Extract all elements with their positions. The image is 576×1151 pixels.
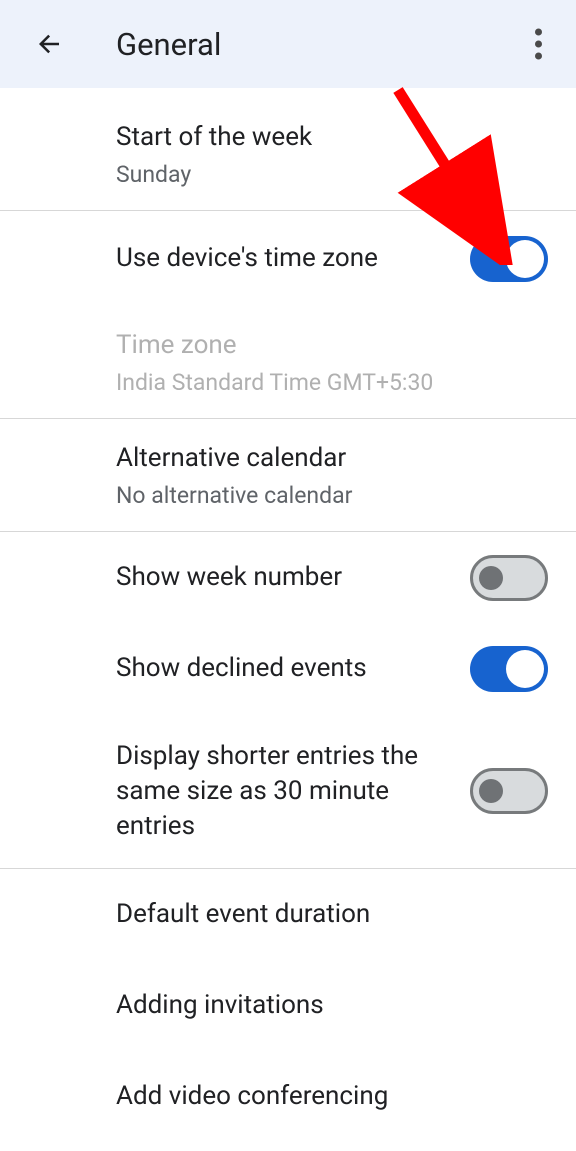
start-of-week-row[interactable]: Start of the week Sunday: [0, 98, 576, 210]
setting-title: Use device's time zone: [116, 241, 476, 276]
show-declined-events-toggle[interactable]: [470, 646, 548, 692]
setting-title: Adding invitations: [116, 988, 546, 1023]
use-device-timezone-row[interactable]: Use device's time zone: [0, 211, 576, 306]
setting-title: Show week number: [116, 560, 476, 595]
default-event-duration-row[interactable]: Default event duration: [0, 869, 576, 960]
time-zone-row: Time zone India Standard Time GMT+5:30: [0, 306, 576, 418]
use-device-timezone-toggle[interactable]: [470, 236, 548, 282]
settings-list: Start of the week Sunday Use device's ti…: [0, 88, 576, 1142]
more-options-icon[interactable]: [527, 21, 550, 68]
setting-title: Add video conferencing: [116, 1079, 546, 1114]
setting-title: Display shorter entries the same size as…: [116, 739, 436, 844]
show-declined-events-row[interactable]: Show declined events: [0, 623, 576, 714]
setting-value: India Standard Time GMT+5:30: [116, 369, 546, 396]
setting-title: Start of the week: [116, 120, 546, 155]
setting-value: No alternative calendar: [116, 482, 546, 509]
setting-title: Show declined events: [116, 651, 476, 686]
shorter-entries-row[interactable]: Display shorter entries the same size as…: [0, 715, 576, 868]
back-arrow-icon[interactable]: [30, 25, 68, 63]
app-header: General: [0, 0, 576, 88]
add-video-conferencing-row[interactable]: Add video conferencing: [0, 1051, 576, 1142]
show-week-number-toggle[interactable]: [470, 555, 548, 601]
show-week-number-row[interactable]: Show week number: [0, 532, 576, 623]
alternative-calendar-row[interactable]: Alternative calendar No alternative cale…: [0, 419, 576, 531]
setting-title: Alternative calendar: [116, 441, 546, 476]
page-title: General: [116, 26, 221, 63]
setting-title: Default event duration: [116, 897, 546, 932]
setting-title: Time zone: [116, 328, 546, 363]
adding-invitations-row[interactable]: Adding invitations: [0, 960, 576, 1051]
shorter-entries-toggle[interactable]: [470, 768, 548, 814]
setting-value: Sunday: [116, 161, 546, 188]
